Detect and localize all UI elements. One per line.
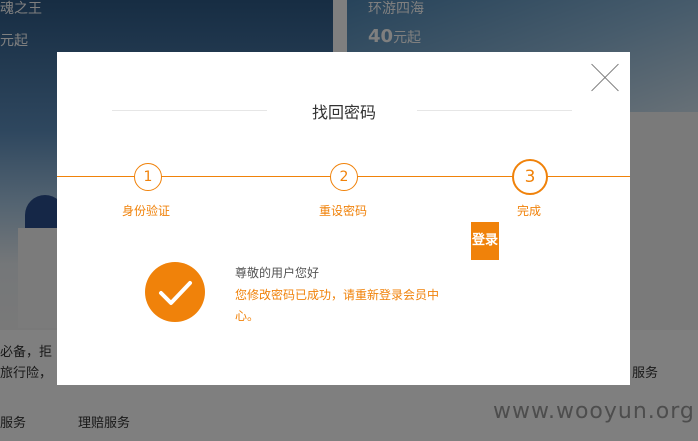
step-3-label: 完成 bbox=[517, 204, 542, 218]
step-2-circle: 2 bbox=[330, 163, 358, 191]
close-icon[interactable] bbox=[591, 64, 619, 92]
step-2-label: 重设密码 bbox=[319, 204, 368, 218]
title-divider-right bbox=[417, 110, 572, 111]
step-1-label: 身份验证 bbox=[122, 204, 171, 218]
title-divider-left bbox=[112, 110, 267, 111]
step-1-circle: 1 bbox=[134, 163, 162, 191]
step-3-circle: 3 bbox=[512, 159, 548, 195]
checkmark-icon bbox=[145, 262, 205, 322]
success-greeting: 尊敬的用户您好 bbox=[235, 266, 320, 280]
modal-title: 找回密码 bbox=[311, 103, 376, 122]
password-recovery-modal: 找回密码 1 身份验证 2 重设密码 3 完成 登录 尊敬的用户您好 您修改密码… bbox=[57, 52, 630, 385]
login-button[interactable]: 登录 bbox=[471, 222, 499, 260]
success-message: 您修改密码已成功，请重新登录会员中心。 bbox=[235, 288, 440, 323]
